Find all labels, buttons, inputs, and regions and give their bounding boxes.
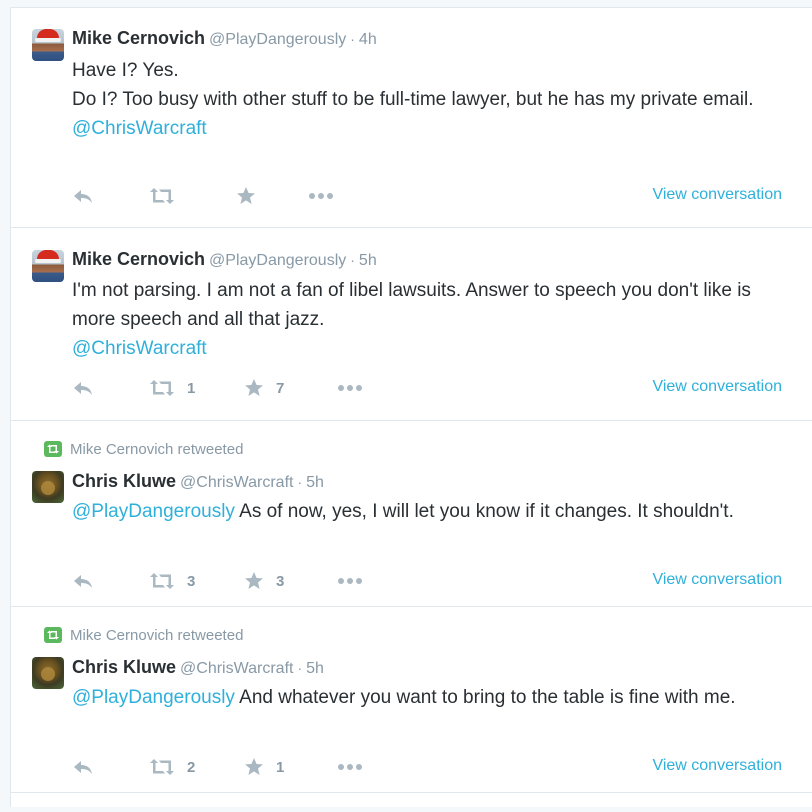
tweet-actions: 1 7 View conversation <box>72 376 782 400</box>
favorite-icon <box>245 379 263 396</box>
retweet-count: 1 <box>187 379 196 397</box>
timestamp[interactable]: 5h <box>359 252 377 269</box>
tweet-body: As of now, yes, I will let you know if i… <box>234 501 734 522</box>
separator-dot: · <box>350 252 355 268</box>
retweet-icon <box>150 380 174 396</box>
retweet-icon <box>150 759 174 775</box>
retweeted-by-text[interactable]: Mike Cernovich retweeted <box>70 441 243 458</box>
favorite-count: 7 <box>276 379 285 397</box>
favorite-count: 1 <box>276 758 285 776</box>
tweet-header: Chris Kluwe @ChrisWarcraft · 5h <box>72 471 324 492</box>
tweet-next-partial <box>11 792 812 812</box>
author-name[interactable]: Chris Kluwe <box>72 657 176 677</box>
retweet-button[interactable]: 2 <box>149 755 195 779</box>
favorite-icon <box>237 187 255 204</box>
separator-dot: · <box>350 31 355 47</box>
more-button[interactable] <box>337 569 363 593</box>
tweet-text: @PlayDangerously And whatever you want t… <box>72 683 792 712</box>
separator-dot: · <box>297 474 303 490</box>
retweeted-icon <box>44 441 62 457</box>
retweet-icon <box>150 188 174 204</box>
reply-button[interactable] <box>72 376 94 400</box>
mention-link[interactable]: @ChrisWarcraft <box>72 114 792 143</box>
tweet-text: @PlayDangerously As of now, yes, I will … <box>72 497 792 526</box>
more-button[interactable] <box>337 755 363 779</box>
reply-button[interactable] <box>72 755 94 779</box>
tweet-actions: View conversation <box>72 184 782 208</box>
favorite-icon <box>245 572 263 589</box>
retweet-icon <box>150 573 174 589</box>
author-handle[interactable]: @ChrisWarcraft <box>180 474 293 491</box>
avatar[interactable] <box>32 29 64 61</box>
view-conversation-link[interactable]: View conversation <box>652 757 782 775</box>
mention-link[interactable]: @PlayDangerously <box>72 501 235 522</box>
retweet-count: 2 <box>187 758 196 776</box>
author-handle[interactable]: @ChrisWarcraft <box>180 660 293 677</box>
retweet-count: 3 <box>187 572 196 590</box>
tweet-line: Do I? Too busy with other stuff to be fu… <box>72 89 754 110</box>
tweet-actions: 3 3 View conversation <box>72 569 782 593</box>
more-button[interactable] <box>308 184 334 208</box>
favorite-count: 3 <box>276 572 285 590</box>
reply-button[interactable] <box>72 569 94 593</box>
tweet[interactable]: Mike Cernovich @PlayDangerously · 4h Have I… <box>11 7 812 227</box>
author-name[interactable]: Chris Kluwe <box>72 471 176 491</box>
tweet-actions: 2 1 View conversation <box>72 755 782 779</box>
reply-button[interactable] <box>72 184 94 208</box>
more-icon <box>338 578 362 584</box>
timestamp[interactable]: 4h <box>359 31 377 48</box>
more-icon <box>338 385 362 391</box>
more-icon <box>338 764 362 770</box>
view-conversation-link[interactable]: View conversation <box>652 186 782 204</box>
tweet-text: Have I? Yes. Do I? Too busy with other s… <box>72 56 792 143</box>
tweet-header: Chris Kluwe @ChrisWarcraft · 5h <box>72 657 324 678</box>
tweet[interactable]: Mike Cernovich retweeted Chris Kluwe @Chr… <box>11 606 812 792</box>
avatar[interactable] <box>32 657 64 689</box>
favorite-button[interactable] <box>236 184 268 208</box>
more-button[interactable] <box>337 376 363 400</box>
tweet-line: Have I? Yes. <box>72 60 179 81</box>
reply-icon <box>74 575 92 588</box>
retweet-button[interactable] <box>149 184 187 208</box>
tweet-header: Mike Cernovich @PlayDangerously · 5h <box>72 249 377 270</box>
mention-link[interactable]: @ChrisWarcraft <box>72 334 792 363</box>
tweet-body: And whatever you want to bring to the ta… <box>234 687 736 708</box>
more-icon <box>309 193 333 199</box>
retweet-context: Mike Cernovich retweeted <box>44 441 243 458</box>
mention-link[interactable]: @PlayDangerously <box>72 687 235 708</box>
view-conversation-link[interactable]: View conversation <box>652 378 782 396</box>
reply-icon <box>74 382 92 395</box>
favorite-button[interactable]: 1 <box>244 755 284 779</box>
retweet-context: Mike Cernovich retweeted <box>44 627 243 644</box>
timestamp[interactable]: 5h <box>306 474 324 491</box>
avatar[interactable] <box>32 250 64 282</box>
reply-icon <box>74 190 92 203</box>
favorite-icon <box>245 758 263 775</box>
retweet-button[interactable]: 1 <box>149 376 195 400</box>
author-name[interactable]: Mike Cernovich <box>72 249 205 269</box>
author-handle[interactable]: @PlayDangerously <box>209 31 346 48</box>
view-conversation-link[interactable]: View conversation <box>652 571 782 589</box>
author-handle[interactable]: @PlayDangerously <box>209 252 346 269</box>
retweet-button[interactable]: 3 <box>149 569 195 593</box>
tweet[interactable]: Mike Cernovich retweeted Chris Kluwe @Chr… <box>11 420 812 606</box>
author-name[interactable]: Mike Cernovich <box>72 28 205 48</box>
tweet-text: I'm not parsing. I am not a fan of libel… <box>72 276 792 363</box>
tweet-header: Mike Cernovich @PlayDangerously · 4h <box>72 28 377 49</box>
avatar[interactable] <box>32 471 64 503</box>
tweet-body: I'm not parsing. I am not a fan of libel… <box>72 280 751 330</box>
separator-dot: · <box>297 660 303 676</box>
favorite-button[interactable]: 3 <box>244 569 284 593</box>
tweet[interactable]: Mike Cernovich @PlayDangerously · 5h I'm no… <box>11 227 812 420</box>
timeline: Mike Cernovich @PlayDangerously · 4h Have I… <box>10 7 812 807</box>
reply-icon <box>74 761 92 774</box>
timestamp[interactable]: 5h <box>306 660 324 677</box>
retweeted-icon <box>44 627 62 643</box>
retweeted-by-text[interactable]: Mike Cernovich retweeted <box>70 627 243 644</box>
favorite-button[interactable]: 7 <box>244 376 284 400</box>
